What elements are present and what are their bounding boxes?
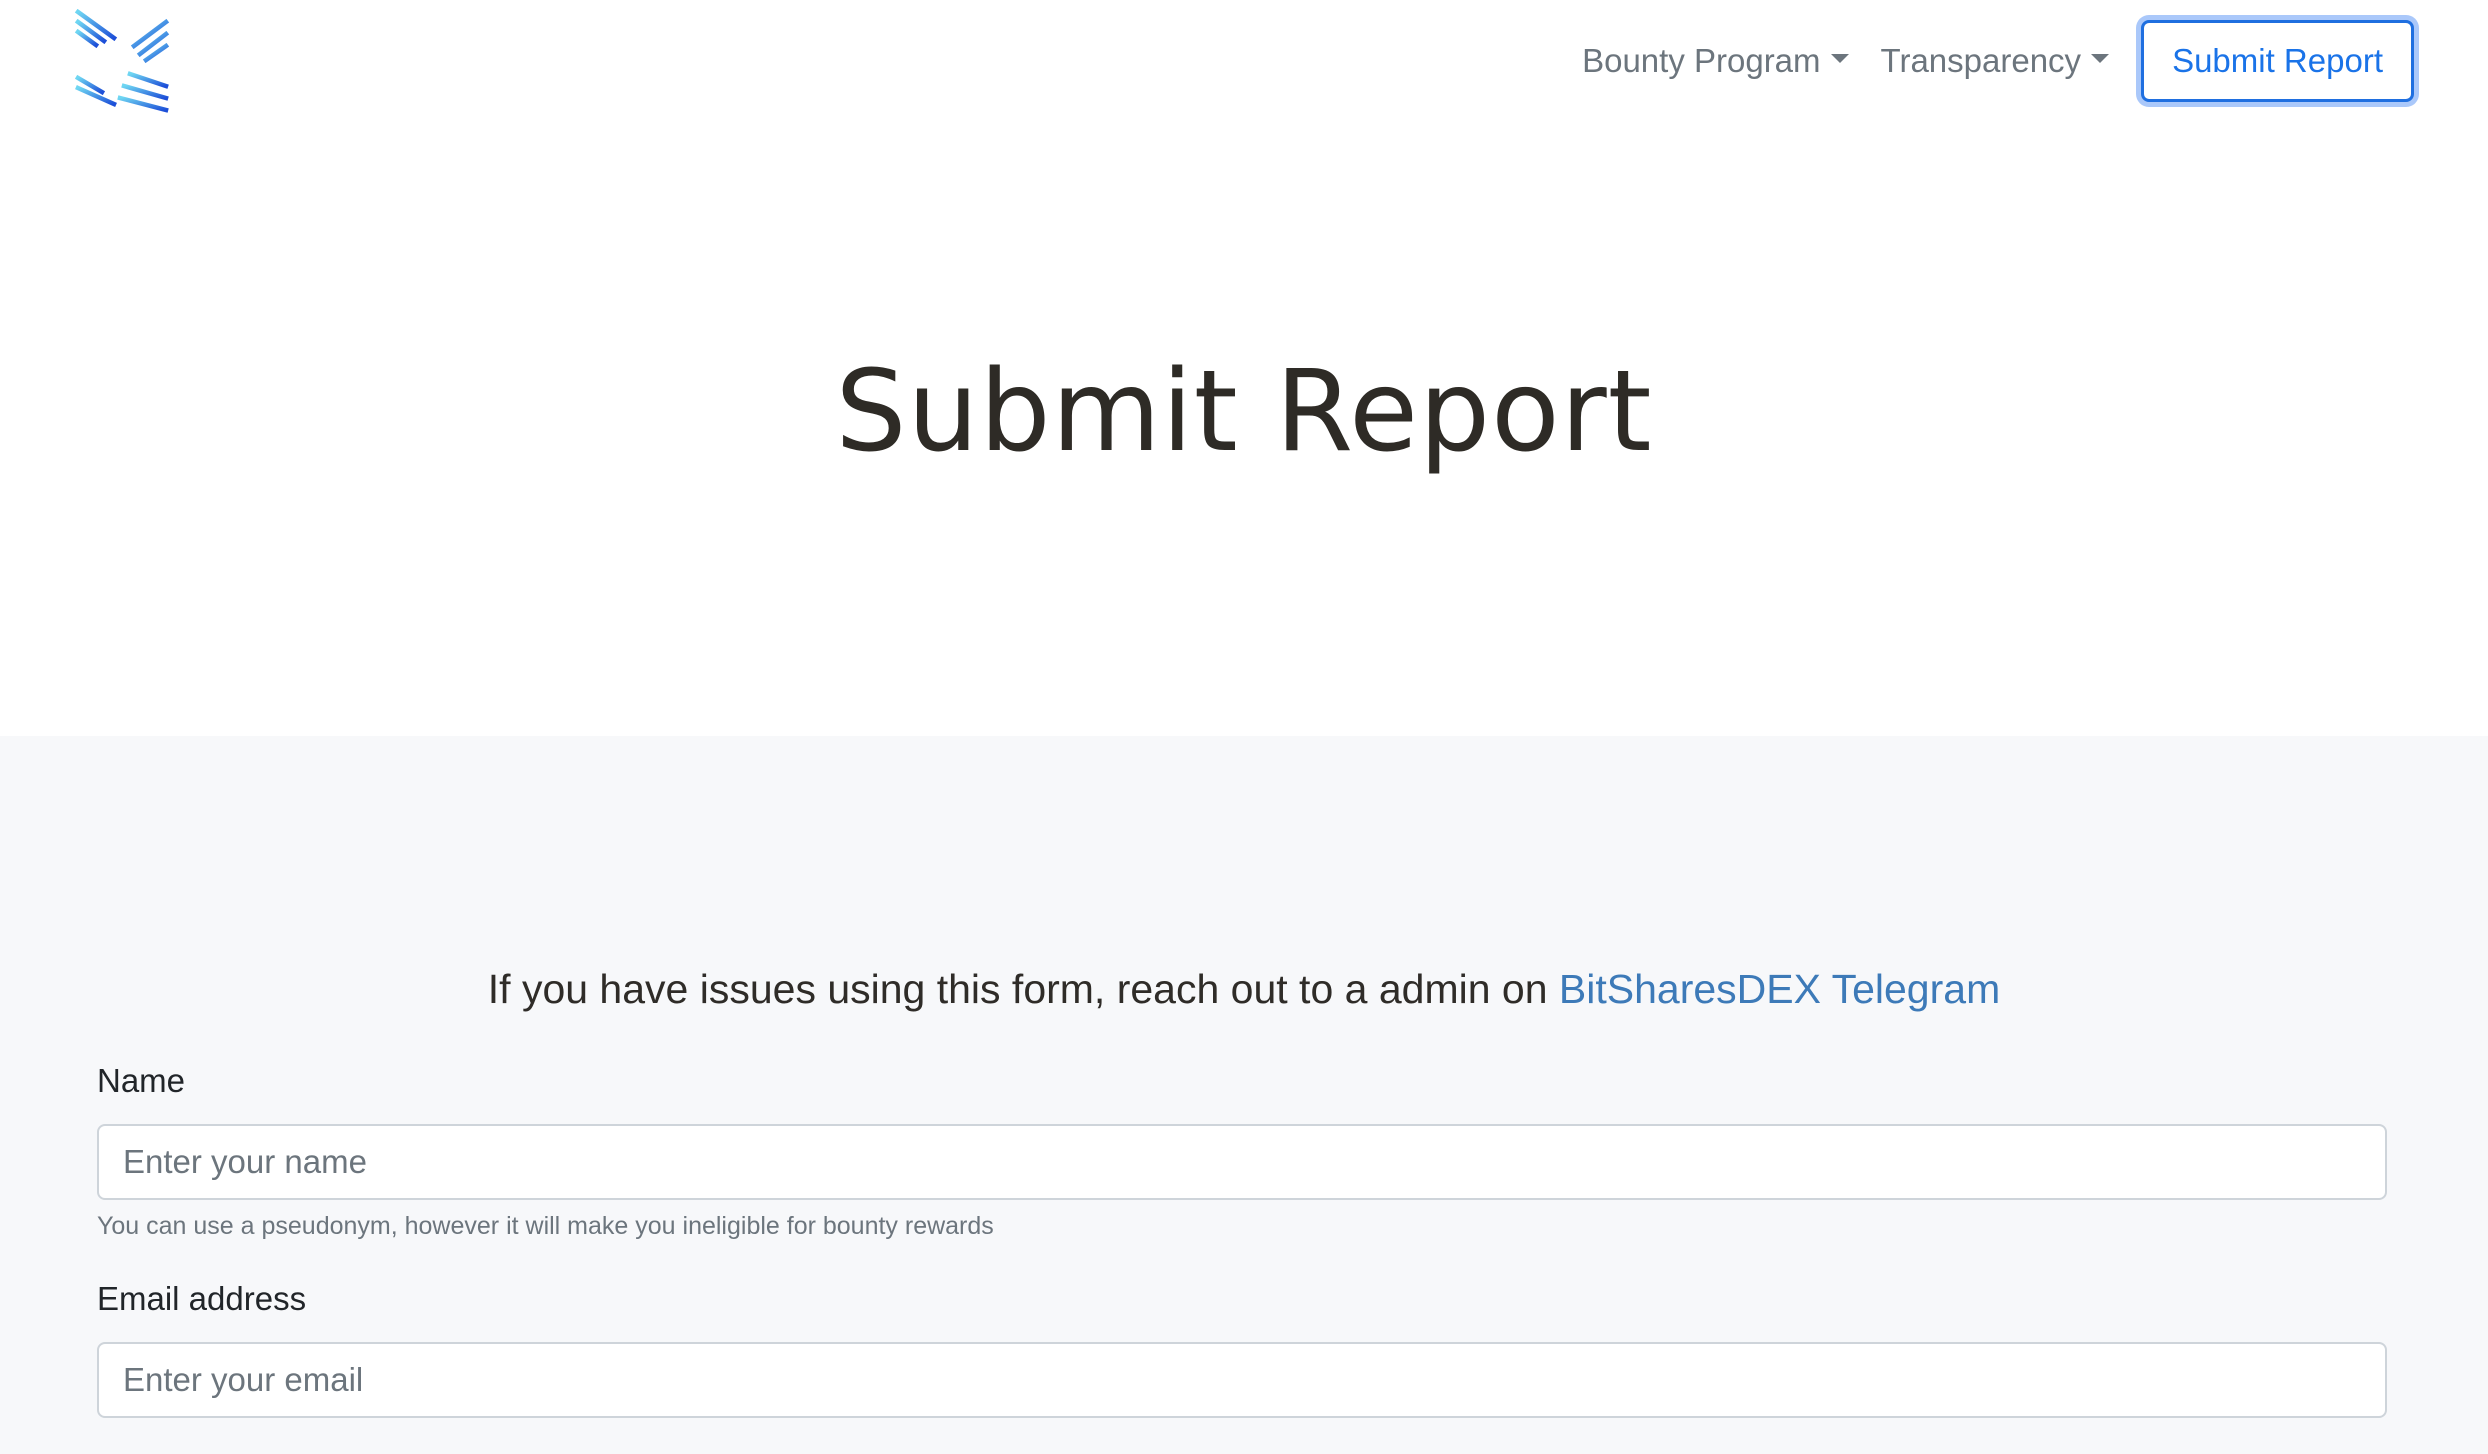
name-field[interactable] [97,1124,2387,1200]
name-help-text: You can use a pseudonym, however it will… [97,1212,994,1240]
hero-section: Submit Report [0,120,2488,736]
caret-down-icon [2091,53,2110,63]
nav-dropdown-transparency[interactable]: Transparency [1865,20,2126,102]
notice-text: If you have issues using this form, reac… [487,966,1559,1012]
email-field[interactable] [97,1342,2387,1418]
submit-report-button[interactable]: Submit Report [2141,20,2414,102]
name-label: Name [97,1062,186,1099]
report-form-section: If you have issues using this form, reac… [0,736,2488,1454]
email-label: Email address [97,1280,307,1317]
top-navbar: Bounty Program Transparency Submit Repor… [0,0,2488,120]
nav-item-label: Bounty Program [1582,42,1821,79]
nav-menu: Bounty Program Transparency Submit Repor… [1566,20,2414,102]
nav-dropdown-bounty-program[interactable]: Bounty Program [1566,20,1864,102]
brand-logo-icon[interactable] [74,8,170,114]
caret-down-icon [1830,53,1849,63]
nav-item-label: Transparency [1880,42,2082,79]
page-title: Submit Report [835,347,1653,477]
telegram-link[interactable]: BitSharesDEX Telegram [1559,966,2000,1012]
form-notice: If you have issues using this form, reac… [0,966,2488,1013]
